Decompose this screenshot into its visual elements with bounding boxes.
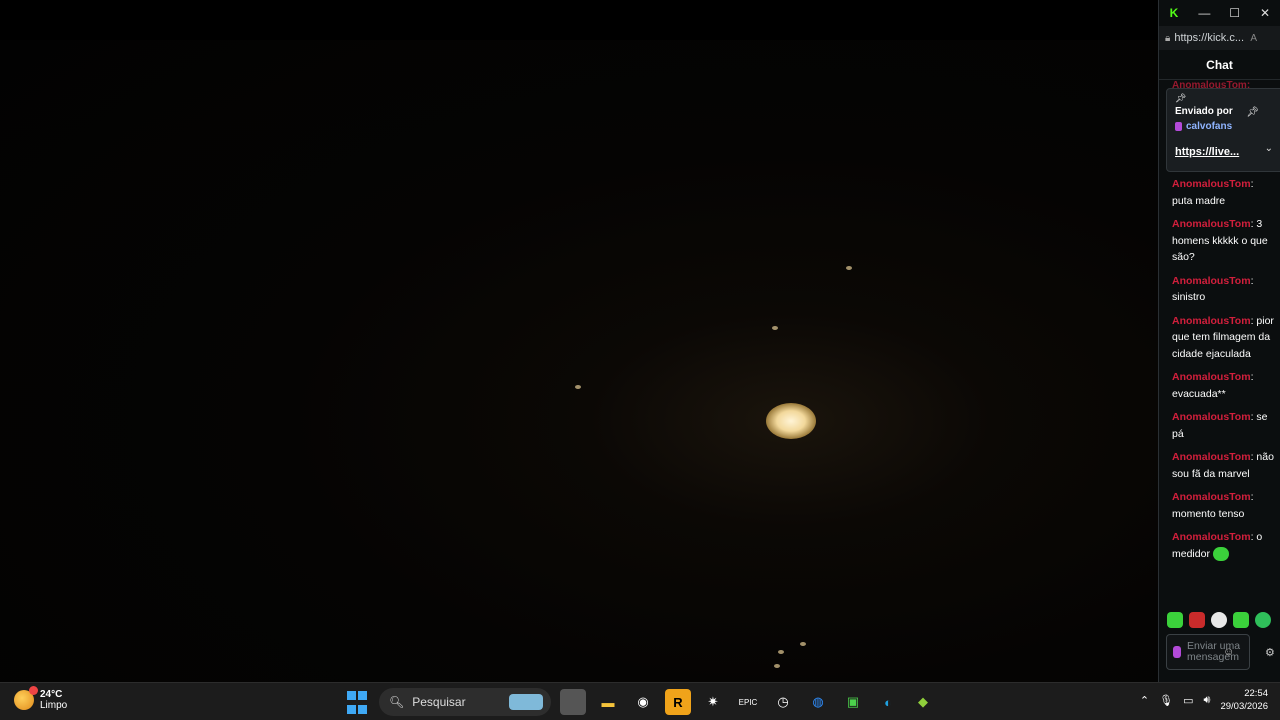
kick-logo-icon: K (1169, 6, 1179, 20)
emote-bar (1167, 612, 1271, 628)
address-bar[interactable]: 🔒︎ https://kick.c... A (1159, 26, 1280, 50)
lock-icon: 🔒︎ (1165, 32, 1171, 44)
minimize-icon[interactable]: — (1193, 6, 1215, 20)
rockstar-icon[interactable]: R (665, 689, 691, 715)
badge-icon (1175, 122, 1182, 131)
chat-username[interactable]: AnomalousTom (1172, 315, 1251, 327)
video-speck (772, 326, 778, 330)
pinned-sent-by: Enviado por (1175, 106, 1233, 117)
chevron-up-icon[interactable]: ⌃ (1140, 694, 1149, 707)
chat-input-placeholder: Enviar uma mensagem (1187, 640, 1241, 663)
microphone-icon[interactable]: 🎙︎ (1159, 694, 1173, 707)
chat-username[interactable]: AnomalousTom (1172, 531, 1251, 543)
volume-icon[interactable]: 🔊︎ (1204, 694, 1211, 707)
video-player[interactable] (0, 0, 1158, 682)
chat-message: AnomalousTom: pior que tem filmagem da c… (1172, 313, 1275, 363)
chat-username[interactable]: AnomalousTom (1172, 411, 1251, 423)
url-text: https://kick.c... (1174, 32, 1245, 44)
emote-icon[interactable] (1189, 612, 1205, 628)
spider-app-icon[interactable]: ✷ (700, 689, 726, 715)
clock-app-icon[interactable]: ◷ (770, 689, 796, 715)
chat-browser-window: K — ☐ ✕ 🔒︎ https://kick.c... A Chat Anom… (1158, 0, 1280, 682)
close-icon[interactable]: ✕ (1254, 6, 1276, 20)
windows-taskbar: 24°C Limpo 🔍︎ Pesquisar ▬ ◉ R ✷ EPIC ◷ ◍… (0, 682, 1280, 720)
weather-widget[interactable]: 24°C Limpo (14, 686, 68, 711)
search-icon: 🔍︎ (389, 695, 405, 709)
maximize-icon[interactable]: ☐ (1224, 6, 1246, 20)
chat-title: Chat (1159, 50, 1280, 80)
chat-message: AnomalousTom: puta madre (1172, 176, 1275, 209)
windows-start-icon[interactable] (344, 689, 370, 715)
window-titlebar: K — ☐ ✕ (1159, 0, 1280, 26)
pinned-message[interactable]: 📌︎ Enviado por calvofans https://live...… (1166, 88, 1280, 172)
emote-icon[interactable] (1255, 612, 1271, 628)
weather-icon (14, 686, 38, 710)
chat-message-list: AnomalousTom: puta madre AnomalousTom: 3… (1159, 176, 1280, 569)
clock-date: 29/03/2026 (1220, 701, 1268, 712)
chat-message: AnomalousTom: momento tenso (1172, 489, 1275, 522)
weather-temp: 24°C (40, 689, 63, 700)
pin-icon: 📌︎ (1175, 93, 1187, 103)
clock[interactable]: 22:54 29/03/2026 (1220, 687, 1268, 713)
bluestacks-icon[interactable]: ◆ (910, 689, 936, 715)
pinned-user[interactable]: calvofans (1175, 121, 1275, 132)
weather-condition: Limpo (40, 700, 68, 711)
chat-message: AnomalousTom: se pá (1172, 409, 1275, 442)
unpin-icon[interactable]: 📌︎ (1246, 107, 1259, 118)
video-speck (774, 664, 780, 668)
chevron-down-icon[interactable]: ⌄ (1265, 143, 1273, 154)
emote-icon[interactable] (1233, 612, 1249, 628)
task-view-icon[interactable] (560, 689, 586, 715)
chat-message: AnomalousTom: 3 homens kkkkk o que são? (1172, 216, 1275, 266)
pinned-link[interactable]: https://live... (1175, 146, 1275, 158)
taskbar-search[interactable]: 🔍︎ Pesquisar (379, 688, 551, 716)
chat-message: AnomalousTom: evacuada** (1172, 369, 1275, 402)
reader-mode-icon[interactable]: A (1250, 33, 1257, 44)
taskbar-apps: 🔍︎ Pesquisar ▬ ◉ R ✷ EPIC ◷ ◍ ▣ ◐ ◆ (344, 688, 936, 716)
pinned-username: calvofans (1186, 121, 1233, 132)
badge-icon (1173, 646, 1181, 658)
edge-browser-icon[interactable]: ◐ (875, 689, 901, 715)
network-icon[interactable]: ▭ (1183, 694, 1193, 707)
clock-time: 22:54 (1244, 688, 1268, 699)
video-top-bar (0, 0, 1158, 40)
system-tray: ⌃ 🎙︎ ▭ 🔊︎ 22:54 29/03/2026 (1140, 687, 1268, 713)
emoji-picker-icon[interactable]: ☺ (1223, 646, 1234, 658)
gear-icon[interactable]: ⚙ (1265, 646, 1275, 659)
epic-games-icon[interactable]: EPIC (735, 689, 761, 715)
emote-icon[interactable] (1167, 612, 1183, 628)
chat-message: AnomalousTom: o medidor (1172, 529, 1275, 562)
chat-message: AnomalousTom: não sou fã da marvel (1172, 449, 1275, 482)
video-speck (800, 642, 806, 646)
chat-username[interactable]: AnomalousTom (1172, 371, 1251, 383)
emote-icon[interactable] (1211, 612, 1227, 628)
video-speck (846, 266, 852, 270)
video-speck (778, 650, 784, 654)
chat-message: AnomalousTom: sinistro (1172, 273, 1275, 306)
steam-icon[interactable]: ◉ (630, 689, 656, 715)
globe-app-icon[interactable]: ◍ (805, 689, 831, 715)
chat-username[interactable]: AnomalousTom (1172, 491, 1251, 503)
android-app-icon[interactable]: ▣ (840, 689, 866, 715)
chat-username[interactable]: AnomalousTom (1172, 275, 1251, 287)
chat-username[interactable]: AnomalousTom (1172, 451, 1251, 463)
chat-username[interactable]: AnomalousTom (1172, 218, 1251, 230)
chat-input[interactable]: Enviar uma mensagem (1166, 634, 1250, 670)
green-emote-icon (1212, 546, 1229, 561)
file-explorer-icon[interactable]: ▬ (595, 689, 621, 715)
search-highlight-icon (509, 694, 543, 710)
chat-username[interactable]: AnomalousTom (1172, 178, 1251, 190)
search-label: Pesquisar (412, 695, 466, 709)
video-speck (575, 385, 581, 389)
video-light-spot (766, 403, 816, 439)
